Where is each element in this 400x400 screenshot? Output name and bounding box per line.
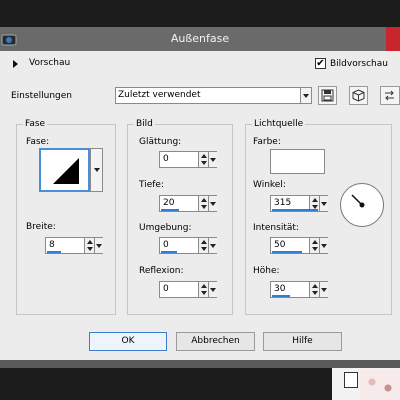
angle-dial[interactable]: [340, 183, 384, 227]
umgebung-value: 0: [163, 240, 169, 250]
bildvorschau-label: Bildvorschau: [330, 59, 388, 69]
farbe-label: Farbe:: [253, 137, 281, 147]
glaettung-value: 0: [163, 154, 169, 164]
reflexion-stepper[interactable]: [198, 282, 208, 297]
chevron-down-icon[interactable]: [300, 88, 311, 103]
bevel-shape-preview[interactable]: [39, 148, 90, 192]
breite-value: 8: [49, 240, 55, 250]
tiefe-value: 20: [163, 198, 175, 208]
tiefe-dropdown[interactable]: [208, 196, 217, 211]
window-title: Außenfase: [170, 32, 230, 45]
hoehe-dropdown[interactable]: [319, 282, 328, 297]
hilfe-button[interactable]: Hilfe: [263, 332, 342, 351]
winkel-value: 315: [274, 198, 292, 208]
breite-dropdown[interactable]: [94, 238, 103, 253]
winkel-level-bar: [272, 209, 318, 211]
save-icon: [321, 89, 334, 102]
expand-arrow-icon[interactable]: [13, 60, 18, 68]
umgebung-dropdown[interactable]: [208, 238, 217, 253]
app-icon: [1, 34, 17, 46]
reflexion-value: 0: [163, 284, 169, 294]
tiefe-label: Tiefe:: [139, 180, 164, 190]
winkel-spinner[interactable]: 315: [270, 195, 328, 212]
bild-group-title: Bild: [134, 119, 155, 129]
intensitaet-value: 50: [274, 240, 286, 250]
lichtquelle-group-title: Lichtquelle: [252, 119, 306, 129]
cube-icon: [352, 89, 365, 102]
farbe-color-swatch[interactable]: [270, 149, 325, 174]
hoehe-value: 30: [274, 284, 286, 294]
preview-label: Vorschau: [29, 58, 71, 68]
intensitaet-level-bar: [272, 251, 302, 253]
layer-thumbnail: [360, 370, 400, 400]
breite-label: Breite:: [26, 222, 56, 232]
swap-icon: [385, 90, 394, 101]
hoehe-level-bar: [272, 295, 290, 297]
intensitaet-label: Intensität:: [253, 223, 299, 233]
shape-dropdown-button[interactable]: [90, 148, 103, 192]
intensitaet-dropdown[interactable]: [319, 238, 328, 253]
glaettung-label: Glättung:: [139, 137, 182, 147]
tiefe-spinner[interactable]: 20: [159, 195, 217, 212]
title-bar: Außenfase: [0, 27, 400, 51]
settings-label: Einstellungen: [11, 91, 73, 101]
hoehe-stepper[interactable]: [309, 282, 319, 297]
abbrechen-button[interactable]: Abbrechen: [176, 332, 255, 351]
umgebung-level-bar: [161, 251, 177, 253]
tiefe-level-bar: [161, 209, 179, 211]
winkel-label: Winkel:: [253, 180, 286, 190]
breite-stepper[interactable]: [84, 238, 94, 253]
winkel-dropdown[interactable]: [319, 196, 328, 211]
hoehe-label: Höhe:: [253, 266, 280, 276]
glaettung-spinner[interactable]: 0: [159, 151, 217, 168]
reflexion-label: Reflexion:: [139, 266, 184, 276]
reflexion-dropdown[interactable]: [208, 282, 217, 297]
intensitaet-stepper[interactable]: [309, 238, 319, 253]
breite-level-bar: [47, 251, 61, 253]
background-app-strip: [0, 360, 400, 368]
fase-group-title: Fase: [23, 119, 48, 129]
cube-button[interactable]: [349, 86, 368, 105]
swap-button[interactable]: [380, 86, 400, 105]
umgebung-stepper[interactable]: [198, 238, 208, 253]
save-preset-button[interactable]: [318, 86, 337, 105]
umgebung-label: Umgebung:: [139, 223, 192, 233]
glaettung-dropdown[interactable]: [208, 152, 217, 167]
settings-select-value: Zuletzt verwendet: [118, 90, 201, 100]
close-button[interactable]: [386, 27, 400, 51]
tiefe-stepper[interactable]: [198, 196, 208, 211]
breite-spinner[interactable]: 8: [45, 237, 103, 254]
glaettung-stepper[interactable]: [198, 152, 208, 167]
layer-icon: [344, 372, 358, 388]
umgebung-spinner[interactable]: 0: [159, 237, 217, 254]
hoehe-spinner[interactable]: 30: [270, 281, 328, 298]
angle-dial-needle-icon: [351, 194, 365, 208]
intensitaet-spinner[interactable]: 50: [270, 237, 328, 254]
bildvorschau-checkbox[interactable]: ✔: [315, 58, 326, 69]
fase-shape-label: Fase:: [26, 137, 50, 147]
ok-button[interactable]: OK: [89, 332, 167, 351]
reflexion-spinner[interactable]: 0: [159, 281, 217, 298]
preview-row: Vorschau ✔ Bildvorschau: [0, 54, 400, 74]
bevel-triangle-icon: [53, 158, 79, 184]
settings-select[interactable]: Zuletzt verwendet: [115, 87, 312, 104]
settings-row: Einstellungen Zuletzt verwendet: [0, 85, 400, 109]
